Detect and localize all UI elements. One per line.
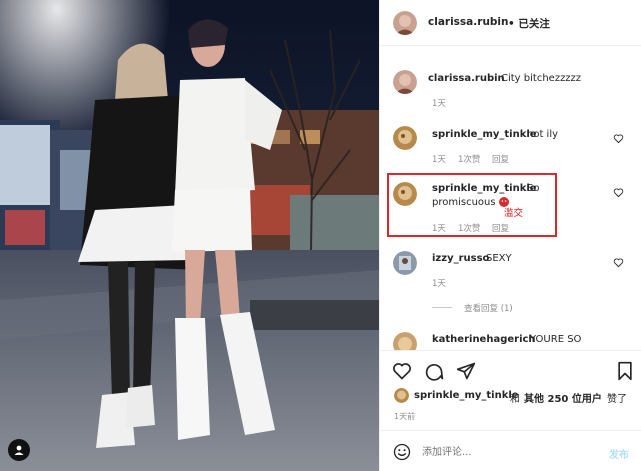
- caption-text: City bitchezzzzz: [501, 73, 582, 84]
- comment-username[interactable]: katherinehagerich: [432, 334, 536, 345]
- comment-text: YOURE SO: [530, 334, 582, 345]
- comment-bar: 发布: [380, 430, 641, 471]
- share-icon[interactable]: [456, 361, 476, 381]
- comment-avatar[interactable]: [393, 332, 417, 350]
- comment-likes[interactable]: 1次赞: [458, 153, 480, 165]
- heart-icon[interactable]: [613, 133, 624, 144]
- bookmark-icon[interactable]: [616, 361, 634, 381]
- comment-avatar[interactable]: [393, 126, 417, 150]
- comment-input[interactable]: [422, 444, 592, 460]
- comment-time[interactable]: 1天: [432, 277, 446, 289]
- likes-and: 和: [510, 394, 520, 405]
- follow-status[interactable]: • 已关注: [508, 16, 550, 31]
- comment-reply-button[interactable]: 回复: [492, 153, 509, 165]
- annotation-label: 滥交: [504, 208, 524, 219]
- comment-text: hot ily: [527, 129, 559, 140]
- caption-time[interactable]: 1天: [432, 97, 446, 109]
- likes-suffix: 赞了: [607, 394, 627, 405]
- street-photo-image: [0, 0, 379, 471]
- emoji-picker-icon[interactable]: [393, 443, 411, 461]
- author-avatar[interactable]: [393, 11, 417, 35]
- highlight-box: [387, 173, 557, 237]
- comment-icon[interactable]: [424, 361, 444, 381]
- replies-divider: [432, 307, 452, 308]
- author-username[interactable]: clarissa.rubin: [428, 16, 509, 28]
- liker-avatar[interactable]: [394, 388, 409, 403]
- comment-avatar[interactable]: [393, 251, 417, 275]
- post-header: clarissa.rubin • 已关注: [380, 0, 641, 46]
- liker-username[interactable]: sprinkle_my_tinkle: [414, 390, 519, 401]
- comment-time[interactable]: 1天: [432, 153, 446, 165]
- post-time[interactable]: 1天前: [394, 411, 415, 422]
- heart-icon[interactable]: [613, 257, 624, 268]
- post-comment-button[interactable]: 发布: [609, 446, 629, 461]
- likes-others-button[interactable]: 其他 250 位用户: [524, 390, 602, 405]
- comment-username[interactable]: izzy_russo: [432, 253, 489, 264]
- comment-text: SEXY: [486, 253, 512, 264]
- comment-username[interactable]: sprinkle_my_tinkle: [432, 129, 537, 140]
- view-replies-button[interactable]: 查看回复 (1): [464, 302, 513, 314]
- caption-username[interactable]: clarissa.rubin: [428, 73, 505, 84]
- heart-icon[interactable]: [613, 187, 624, 198]
- user-tag-icon: [14, 445, 24, 455]
- post-photo[interactable]: [0, 0, 379, 471]
- user-tag-button[interactable]: [8, 439, 30, 461]
- caption-avatar[interactable]: [393, 70, 417, 94]
- heart-icon[interactable]: [392, 361, 412, 381]
